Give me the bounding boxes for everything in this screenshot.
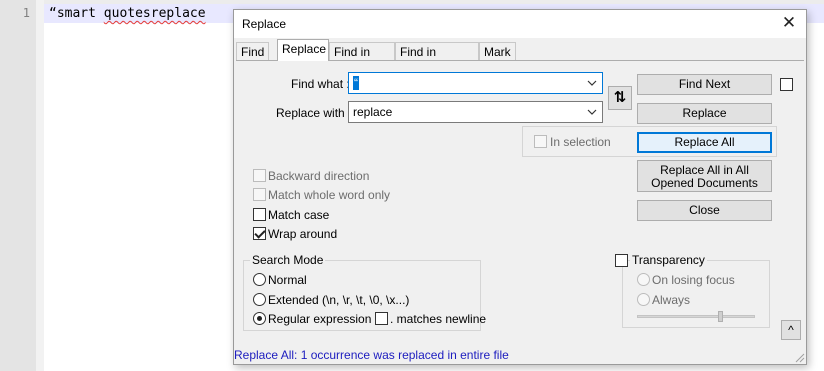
on-losing-focus-label: On losing focus — [652, 273, 735, 287]
replace-with-value: replace — [353, 105, 393, 119]
extended-radio[interactable] — [253, 293, 266, 306]
replace-all-opened-button[interactable]: Replace All in All Opened Documents — [637, 160, 772, 192]
replace-tab-panel: Find what : “ Replace with : replace ⇅ F… — [236, 60, 804, 343]
replace-button[interactable]: Replace — [637, 103, 772, 124]
wrap-around-checkbox[interactable] — [253, 227, 266, 240]
transparency-checkbox[interactable] — [615, 254, 628, 267]
dialog-title: Replace — [242, 17, 287, 31]
tab-find[interactable]: Find — [236, 42, 269, 61]
normal-label: Normal — [268, 273, 307, 287]
match-case-label: Match case — [268, 208, 330, 222]
close-button[interactable]: Close — [637, 200, 772, 221]
transparency-slider[interactable] — [637, 315, 755, 318]
line-number-gutter: 1 — [0, 0, 44, 371]
regex-radio[interactable] — [253, 312, 266, 325]
normal-radio[interactable] — [253, 273, 266, 286]
tab-replace[interactable]: Replace — [277, 39, 329, 61]
chevron-down-icon[interactable] — [586, 75, 598, 91]
in-selection-label: In selection — [550, 135, 611, 149]
extended-label: Extended (\n, \r, \t, \0, \x...) — [268, 293, 410, 307]
close-icon[interactable]: ✕ — [778, 12, 800, 34]
always-label: Always — [652, 293, 691, 307]
replace-with-label: Replace with : — [276, 106, 352, 120]
in-selection-checkbox[interactable] — [534, 135, 547, 148]
wrap-around-label: Wrap around — [268, 227, 338, 241]
dot-matches-newline-label: . matches newline — [390, 312, 487, 326]
tab-find-in-projects[interactable]: Find in Projects — [395, 42, 479, 77]
status-message: Replace All: 1 occurrence was replaced i… — [234, 348, 509, 362]
search-mode-title: Search Mode — [250, 253, 326, 267]
swap-find-replace-button[interactable]: ⇅ — [608, 86, 632, 110]
tab-find-in-files[interactable]: Find in Files — [329, 42, 395, 77]
on-losing-focus-radio[interactable] — [637, 273, 650, 286]
whole-word-label: Match whole word only — [268, 188, 391, 202]
resize-grip-icon[interactable] — [795, 353, 805, 363]
always-radio[interactable] — [637, 293, 650, 306]
tab-mark[interactable]: Mark — [479, 42, 516, 61]
regex-label: Regular expression — [268, 312, 372, 326]
match-case-checkbox[interactable] — [253, 208, 266, 221]
find-what-combo[interactable]: “ — [348, 72, 603, 94]
editor-text[interactable]: “smart quotesreplace — [49, 6, 206, 21]
replace-all-button[interactable]: Replace All — [637, 132, 772, 153]
whole-word-checkbox[interactable] — [253, 188, 266, 201]
replace-dialog: Replace ✕ Find Replace Find in Files Fin… — [233, 9, 807, 365]
transparency-slider-thumb[interactable] — [718, 311, 723, 322]
backward-direction-checkbox[interactable] — [253, 169, 266, 182]
transparency-title: Transparency — [630, 253, 707, 267]
line-number: 1 — [22, 6, 30, 20]
backward-direction-label: Backward direction — [268, 169, 370, 183]
find-next-button[interactable]: Find Next — [637, 74, 772, 95]
chevron-down-icon[interactable] — [586, 104, 598, 120]
find-what-value: “ — [353, 76, 359, 90]
replace-with-combo[interactable]: replace — [348, 101, 603, 123]
find-next-option-checkbox[interactable] — [780, 78, 793, 91]
collapse-button[interactable]: ^ — [781, 320, 801, 340]
fold-margin[interactable] — [36, 0, 44, 371]
swap-icon: ⇅ — [613, 89, 627, 106]
find-what-label: Find what : — [291, 77, 350, 91]
dot-matches-newline-checkbox[interactable] — [375, 312, 388, 325]
editor-text-start: “smart — [49, 6, 104, 21]
misspelled-word: quotesreplace — [103, 6, 206, 21]
dialog-titlebar[interactable]: Replace ✕ — [234, 10, 806, 38]
